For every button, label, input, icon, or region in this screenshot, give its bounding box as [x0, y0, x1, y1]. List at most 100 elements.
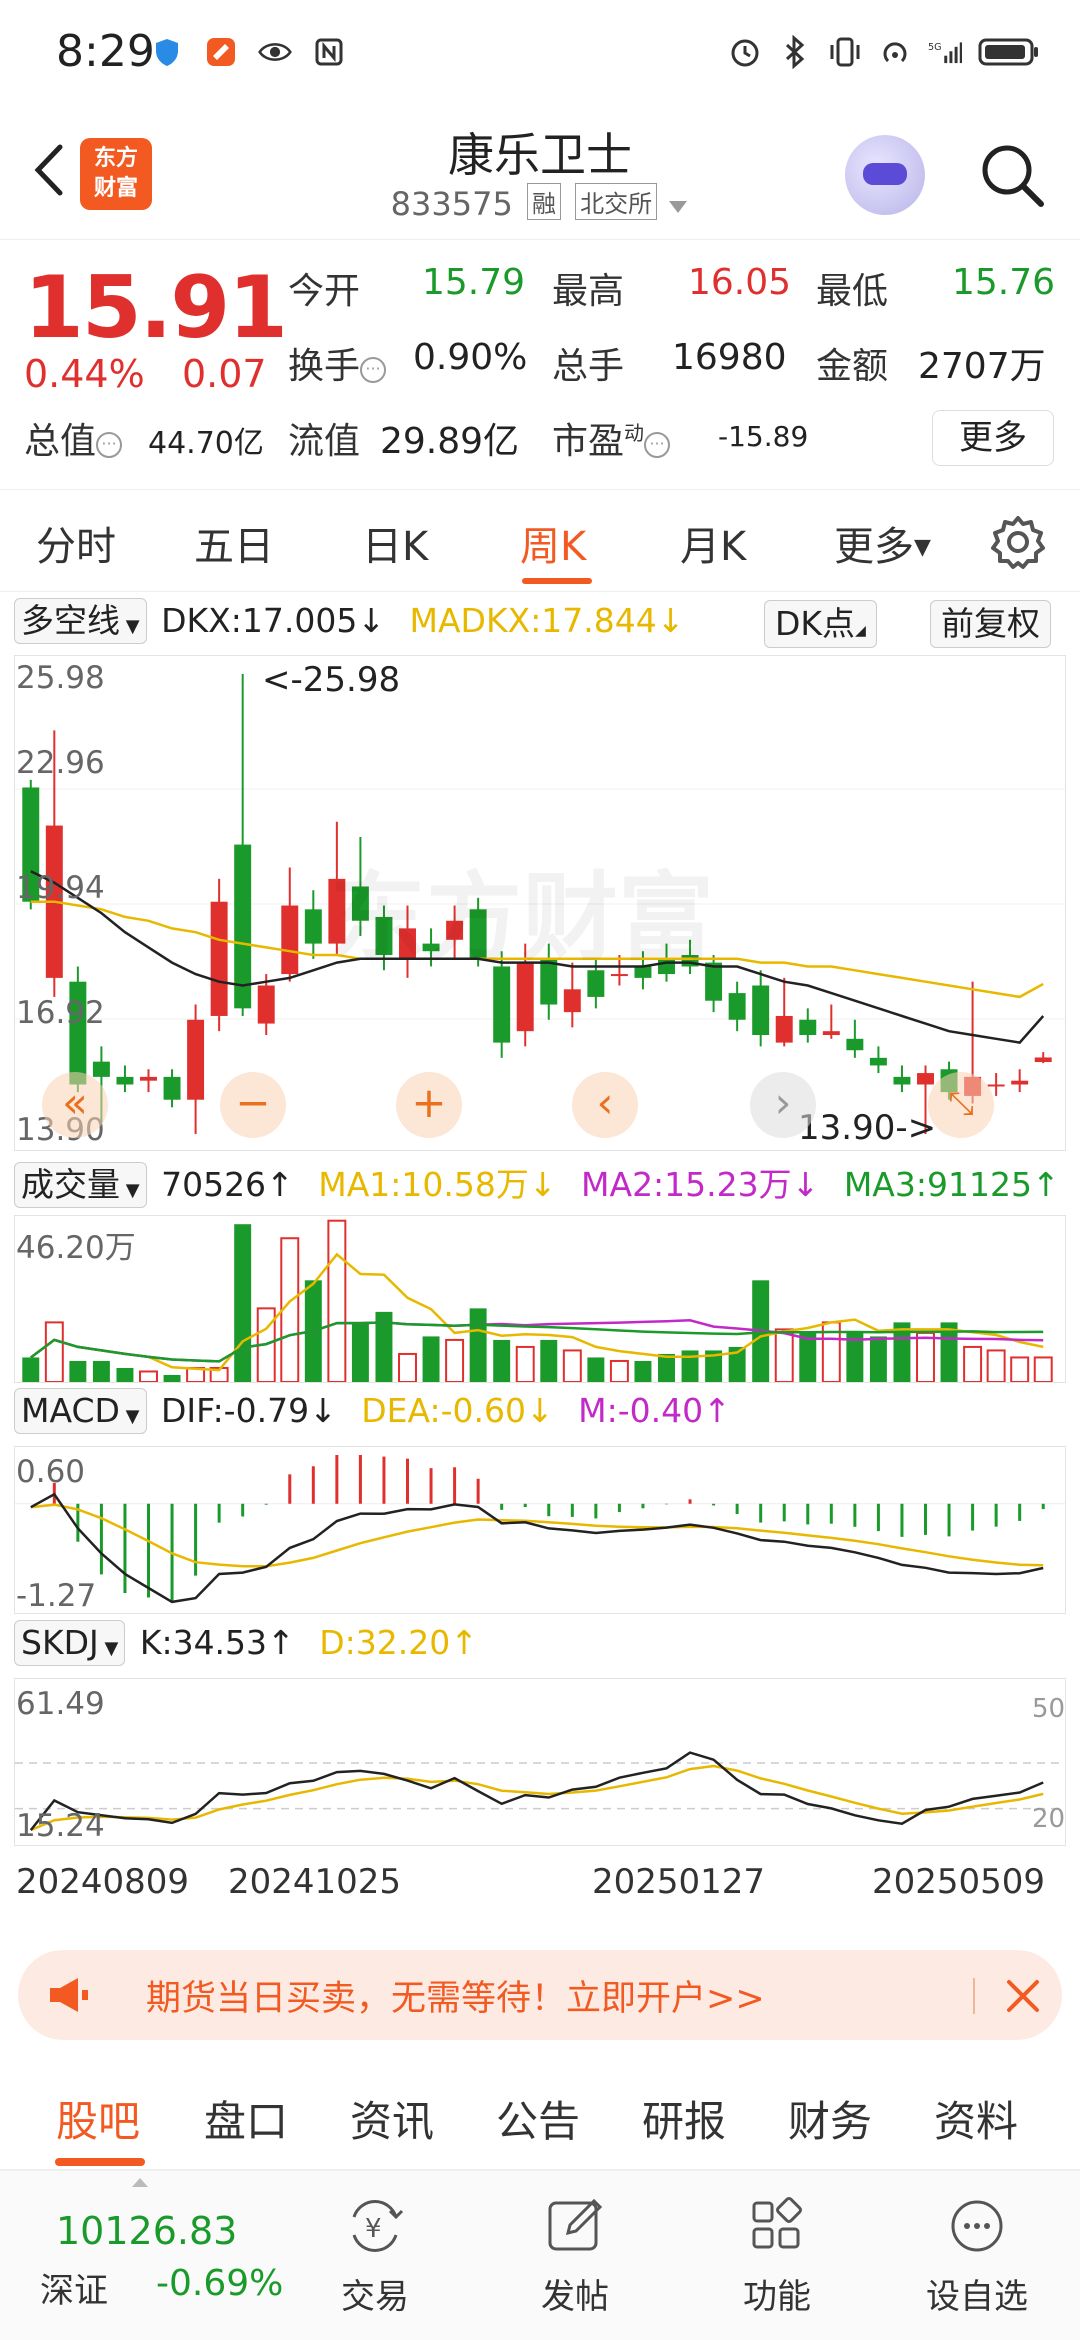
tab-intraday[interactable]: 分时	[36, 514, 116, 572]
expand-up-icon[interactable]	[130, 2175, 150, 2189]
tab-profile[interactable]: 资料	[934, 2088, 1018, 2149]
nav-add-watchlist[interactable]: 设自选	[912, 2191, 1042, 2331]
change-amount: 0.07	[182, 352, 267, 396]
svg-text:¥: ¥	[365, 2214, 382, 2244]
pe-label[interactable]: 市盈动 ···	[552, 412, 671, 464]
candle-body	[799, 1019, 817, 1035]
volume-bar	[69, 1360, 87, 1382]
main-indicator-select[interactable]: 多空线 ▼	[14, 598, 147, 644]
amount-value: 2707万	[918, 346, 1046, 387]
candle-body	[775, 1015, 793, 1043]
pe-label-text: 市盈	[552, 421, 625, 462]
zoom-in-button[interactable]: +	[396, 1072, 462, 1138]
tab-finance[interactable]: 财务	[788, 2088, 872, 2149]
banner-divider	[973, 1978, 975, 2014]
candle-body	[116, 1076, 134, 1085]
volume-value: 16980	[672, 337, 787, 378]
robot-assistant-icon[interactable]	[845, 135, 925, 215]
volume-bar	[658, 1353, 675, 1382]
dropdown-triangle-icon	[669, 201, 688, 213]
skdj-k-line	[29, 1751, 1044, 1831]
zoom-out-button[interactable]: −	[220, 1072, 286, 1138]
skdj-indicator-select[interactable]: SKDJ ▼	[14, 1620, 126, 1666]
fullscreen-button[interactable]: ⤡	[928, 1072, 994, 1138]
price-axis-label: 22.96	[16, 745, 105, 781]
macd-axis-bottom: -1.27	[16, 1578, 97, 1614]
high-label: 最高	[552, 271, 625, 312]
search-icon	[982, 145, 1044, 207]
pe-sup: 动	[624, 421, 645, 445]
edit-post-icon	[548, 2198, 603, 2251]
index-value[interactable]: 10126.83	[56, 2209, 237, 2253]
volume-bar	[799, 1332, 817, 1382]
tab-announcements[interactable]: 公告	[496, 2088, 580, 2149]
volume-ma2: MA2:15.23万↓	[581, 1165, 820, 1204]
volume-bar	[351, 1322, 369, 1382]
banner-close-button[interactable]	[1003, 1976, 1043, 2016]
nav-functions[interactable]: 功能	[712, 2191, 842, 2331]
watermark: 东方财富	[330, 862, 714, 974]
candle-body	[987, 1084, 1005, 1087]
volume-indicator-label: 成交量	[21, 1165, 120, 1204]
skdj-axis-top: 61.49	[16, 1686, 105, 1722]
skdj-ref-20: 20	[1032, 1804, 1066, 1834]
nav-post-label: 发帖	[541, 2277, 609, 2317]
tab-daily-k[interactable]: 日K	[362, 514, 428, 572]
volume-ma3: MA3:91125↑	[843, 1165, 1060, 1204]
tab-weekly-k[interactable]: 周K	[520, 514, 586, 572]
tab-news[interactable]: 资讯	[350, 2088, 434, 2149]
volume-bar	[92, 1360, 110, 1382]
volume-axis-label: 46.20万	[16, 1230, 136, 1266]
volume-indicator-select[interactable]: 成交量 ▼	[14, 1162, 147, 1208]
volume-bar	[916, 1331, 935, 1382]
nav-post[interactable]: 发帖	[510, 2191, 640, 2331]
current-price: 15.91	[24, 258, 288, 358]
settings-button[interactable]	[990, 514, 1046, 570]
skdj-d-line	[30, 1764, 1044, 1832]
content-tabs: 股吧 盘口 资讯 公告 研报 财务 资料	[0, 2060, 1080, 2170]
stock-code: 833575	[390, 185, 513, 223]
tab-order-book[interactable]: 盘口	[204, 2088, 288, 2149]
volume-bar	[609, 1359, 629, 1382]
volume-bar	[562, 1349, 582, 1382]
nav-trade[interactable]: ¥ 交易	[310, 2191, 440, 2331]
scroll-far-left-button[interactable]: «	[42, 1072, 108, 1138]
volume-bar	[634, 1360, 652, 1382]
skdj-svg	[15, 1751, 1065, 1832]
volume-bar	[163, 1374, 181, 1382]
min-price-annotation: 13.90->	[798, 1108, 937, 1148]
status-time: 8:29	[56, 26, 155, 77]
more-button[interactable]: 更多	[932, 410, 1054, 466]
total-cap-label[interactable]: 总值 ···	[24, 412, 123, 464]
madkx-value: MADKX:17.844↓	[409, 601, 685, 640]
nfc-icon	[312, 35, 346, 69]
tab-forum[interactable]: 股吧	[56, 2088, 140, 2149]
macd-dea-line	[30, 1503, 1044, 1568]
macd-indicator-select[interactable]: MACD ▼	[14, 1388, 147, 1434]
skdj-chart[interactable]	[14, 1678, 1066, 1846]
tab-monthly-k[interactable]: 月K	[680, 514, 746, 572]
search-button[interactable]	[975, 138, 1047, 210]
turnover-label-text: 换手	[288, 346, 361, 387]
dk-point-button[interactable]: DK点◢	[764, 600, 877, 648]
tab-five-day[interactable]: 五日	[194, 514, 274, 572]
volume-bar	[422, 1336, 440, 1382]
x-axis-date: 20241025	[228, 1862, 402, 1902]
macd-chart[interactable]	[14, 1446, 1066, 1614]
volume-chart[interactable]	[14, 1215, 1066, 1383]
adjust-button[interactable]: 前复权	[930, 600, 1051, 648]
volume-bar	[139, 1370, 158, 1382]
promo-banner[interactable]: 期货当日买卖，无需等待！立即开户>>	[18, 1950, 1062, 2040]
tab-more[interactable]: 更多▼	[834, 514, 931, 572]
dropdown-triangle-icon: ▼	[120, 616, 140, 637]
tab-research[interactable]: 研报	[642, 2088, 726, 2149]
close-icon	[1007, 1980, 1039, 2012]
scroll-right-button[interactable]: ›	[750, 1072, 816, 1138]
scroll-left-button[interactable]: ‹	[572, 1072, 638, 1138]
turnover-label[interactable]: 换手 ···	[288, 337, 387, 389]
candle-body	[187, 1019, 205, 1100]
candle-body	[1034, 1057, 1052, 1063]
shield-icon	[150, 35, 184, 69]
nav-add-watchlist-label: 设自选	[926, 2277, 1028, 2317]
volume-label: 总手	[552, 346, 625, 387]
